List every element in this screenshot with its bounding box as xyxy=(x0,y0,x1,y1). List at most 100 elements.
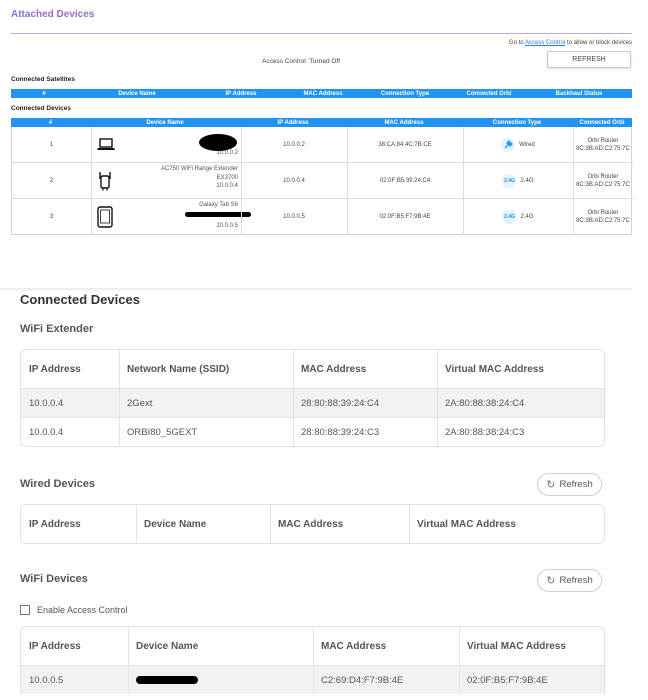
row-number: 2 xyxy=(49,177,54,184)
table-header: IP Address Network Name (SSID) MAC Addre… xyxy=(21,350,604,388)
table-header: IP Address Device Name MAC Address Virtu… xyxy=(21,627,604,665)
mac-address: 02:0F:B5:F7:9B:4E xyxy=(379,214,431,220)
connection-label: 2.4G xyxy=(520,177,534,184)
table-row[interactable]: 2 AC750 WiFi Range Extender EX3700 10.0.… xyxy=(12,163,633,199)
table-row[interactable]: 10.0.0.4 2Gext 28:80:88:39:24:C4 2A:80:8… xyxy=(21,388,604,417)
col-virtual-mac: Virtual MAC Address xyxy=(417,518,516,530)
connected-devices-label: Connected Devices xyxy=(11,105,71,112)
access-control-checkbox[interactable] xyxy=(20,605,30,615)
orbi-mac: 8C:3B:AD:C2:75:7C xyxy=(576,145,630,152)
virtual-mac-address: 2A:80:88:38:24:C4 xyxy=(445,397,525,409)
access-control-status: Access Control: Turned Off xyxy=(262,58,340,65)
connected-orbi: Orbi Router 8C:3B:AD:C2:75:7C xyxy=(573,199,633,235)
col-connected-orbi: Connected Orbi xyxy=(579,119,625,126)
connection-label: 2.4G xyxy=(520,214,534,220)
orbi-attached-devices-panel: Attached Devices Go to Access Control to… xyxy=(0,0,648,290)
access-control-link[interactable]: Access Control xyxy=(525,40,565,46)
wifi-devices-title: WiFi Devices xyxy=(20,573,88,585)
ip-address: 10.0.0.5 xyxy=(283,214,305,220)
connection-type: 2.4G 2.4G xyxy=(463,163,573,198)
col-device-name: Device Name xyxy=(144,518,207,530)
table-row[interactable]: 1 10.0.0.2 10.0.0.2 38:CA:84:4C:7B:CE Wi… xyxy=(12,127,633,163)
wifi-devices-table: IP Address Device Name MAC Address Virtu… xyxy=(20,626,605,694)
wired-icon xyxy=(501,137,516,152)
redaction-mark xyxy=(199,134,237,151)
virtual-mac-address: 02:0F:B5:F7:9B:4E xyxy=(467,674,548,686)
virtual-mac-address: 2A:80:88:38:24:C3 xyxy=(445,426,525,438)
ip-address: 10.0.0.2 xyxy=(283,141,305,148)
col-mac: MAC Address xyxy=(321,640,387,652)
col-virtual-mac: Virtual MAC Address xyxy=(445,363,544,375)
refresh-label: Refresh xyxy=(559,575,593,586)
orbi-name: Orbi Router xyxy=(587,210,619,216)
col-mac: MAC Address xyxy=(301,363,367,375)
refresh-icon: ↻ xyxy=(546,575,556,587)
device-ip-sub: 10.0.0.5 xyxy=(216,223,238,229)
range-extender-icon xyxy=(99,171,111,190)
connected-devices-table: 1 10.0.0.2 10.0.0.2 38:CA:84:4C:7B:CE Wi… xyxy=(11,127,633,235)
row-number: 3 xyxy=(49,214,54,220)
wifi-extender-title: WiFi Extender xyxy=(20,323,94,335)
device-name-line: Galaxy Tab S6 xyxy=(199,202,238,208)
device-name-text: AC750 WiFi Range Extender EX3700 10.0.0.… xyxy=(161,165,238,191)
mac-address: 02:0F:B5:39:24:C4 xyxy=(379,177,431,184)
mac-address: C2:69:D4:F7:9B:4E xyxy=(321,674,404,686)
tablet-icon xyxy=(97,206,113,228)
device-name-line: AC750 WiFi Range Extender xyxy=(160,166,238,172)
connection-type: 2.4G 2.4G xyxy=(463,199,573,235)
title-divider xyxy=(11,33,632,34)
enable-access-control[interactable]: Enable Access Control xyxy=(20,605,128,615)
refresh-label: Refresh xyxy=(559,479,593,490)
satellites-table-header: # Device Name IP Address MAC Address Con… xyxy=(11,89,632,98)
col-num: # xyxy=(48,119,53,126)
device-name-text: Galaxy Tab S6 xyxy=(199,201,238,210)
col-ip: IP Address xyxy=(29,518,81,530)
page-title: Attached Devices xyxy=(11,9,95,20)
device-name xyxy=(128,666,198,694)
table-row[interactable]: 10.0.0.4 ORBI80_5GEXT 28:80:88:39:24:C3 … xyxy=(21,417,604,446)
col-connection-type: Connection Type xyxy=(492,119,542,126)
wifi-24g-icon: 2.4G xyxy=(502,173,517,188)
redaction-mark xyxy=(136,676,198,684)
laptop-icon xyxy=(97,138,115,150)
wifi-extender-table: IP Address Network Name (SSID) MAC Addre… xyxy=(20,349,605,447)
mac-address: 38:CA:84:4C:7B:CE xyxy=(378,141,432,148)
col-connected-orbi: Connected Orbi xyxy=(466,90,512,97)
connected-satellites-label: Connected Satellites xyxy=(11,76,75,83)
wifi-refresh-button[interactable]: ↻ Refresh xyxy=(537,569,602,592)
col-device-name: Device Name xyxy=(118,90,156,97)
col-ip: IP Address xyxy=(29,363,81,375)
col-virtual-mac: Virtual MAC Address xyxy=(467,640,566,652)
col-ssid: Network Name (SSID) xyxy=(127,363,230,375)
orbi-mac: 8C:3B:AD:C2:75:7C xyxy=(576,218,630,224)
wired-refresh-button[interactable]: ↻ Refresh xyxy=(537,473,602,496)
goto-prefix: Go to xyxy=(508,40,524,46)
enable-access-control-label: Enable Access Control xyxy=(37,605,128,615)
orbi-mac: 8C:3B:AD:C2:75:7C xyxy=(576,181,630,188)
table-row[interactable]: 10.0.0.5 C2:69:D4:F7:9B:4E 02:0F:B5:F7:9… xyxy=(21,665,604,694)
mac-address: 28:80:88:39:24:C3 xyxy=(301,426,380,438)
table-row[interactable]: 3 Galaxy Tab S6 10.0.0.5 10.0.0.5 02:0F:… xyxy=(12,199,633,235)
col-backhaul-status: Backhaul Status xyxy=(555,90,603,97)
device-name-cell: AC750 WiFi Range Extender EX3700 10.0.0.… xyxy=(91,163,241,198)
ip-address: 10.0.0.5 xyxy=(29,674,64,686)
wired-devices-table: IP Address Device Name MAC Address Virtu… xyxy=(20,504,605,544)
device-ip-sub: 10.0.0.4 xyxy=(216,183,238,189)
wired-devices-title: Wired Devices xyxy=(20,478,96,490)
network-name: 2Gext xyxy=(127,397,153,409)
access-control-hint: Go to Access Control to allow or block d… xyxy=(509,40,632,46)
device-name-cell: Galaxy Tab S6 10.0.0.5 xyxy=(91,199,251,235)
connected-devices-panel: Connected Devices WiFi Extender IP Addre… xyxy=(0,292,648,700)
connection-label: Wired xyxy=(519,141,535,148)
connected-orbi: Orbi Router 8C:3B:AD:C2:75:7C xyxy=(573,163,633,198)
connection-type: Wired xyxy=(463,127,573,162)
network-name: ORBI80_5GEXT xyxy=(127,426,198,438)
col-mac: MAC Address xyxy=(384,119,424,126)
refresh-button[interactable]: REFRESH xyxy=(547,51,631,68)
col-ip: IP Address xyxy=(29,640,81,652)
col-connection-type: Connection Type xyxy=(380,90,430,97)
row-number: 1 xyxy=(49,141,54,148)
col-ip: IP Address xyxy=(225,90,257,97)
col-device-name: Device Name xyxy=(136,640,199,652)
ip-address: 10.0.0.4 xyxy=(283,177,305,184)
